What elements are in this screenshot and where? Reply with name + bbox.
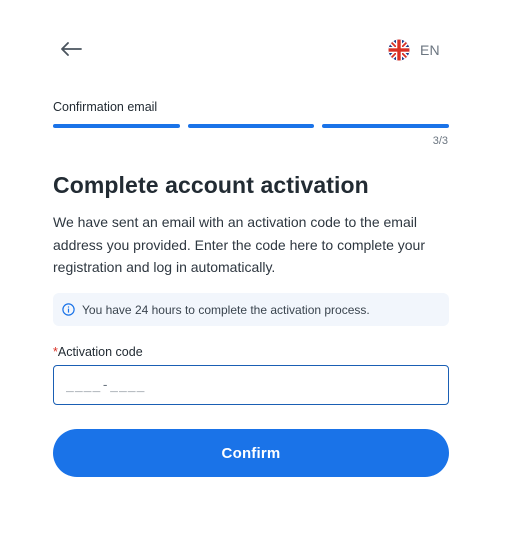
- uk-flag-icon: [388, 39, 410, 61]
- step-count: 3/3: [432, 135, 448, 147]
- page-description: We have sent an email with an activation…: [53, 214, 425, 275]
- confirm-button[interactable]: Confirm: [53, 429, 449, 477]
- activation-code-label: *Activation code: [53, 345, 143, 359]
- back-button[interactable]: [58, 36, 84, 62]
- language-code: EN: [420, 42, 440, 58]
- page-title: Complete account activation: [53, 172, 369, 198]
- progress-segment-3: [322, 124, 450, 128]
- progress-segment-1: [53, 124, 180, 128]
- info-icon: [62, 303, 75, 316]
- arrow-left-icon: [61, 42, 82, 56]
- activation-code-label-text: Activation code: [57, 345, 143, 359]
- info-banner: You have 24 hours to complete the activa…: [53, 293, 449, 326]
- step-label: Confirmation email: [53, 100, 158, 114]
- progress-bar: [53, 124, 450, 128]
- activation-code-input[interactable]: [53, 365, 449, 405]
- progress-segment-2: [187, 124, 315, 128]
- info-text: You have 24 hours to complete the activa…: [82, 302, 370, 317]
- activation-page: EN Confirmation email 3/3 Complete accou…: [0, 0, 514, 559]
- language-selector[interactable]: EN: [388, 38, 440, 62]
